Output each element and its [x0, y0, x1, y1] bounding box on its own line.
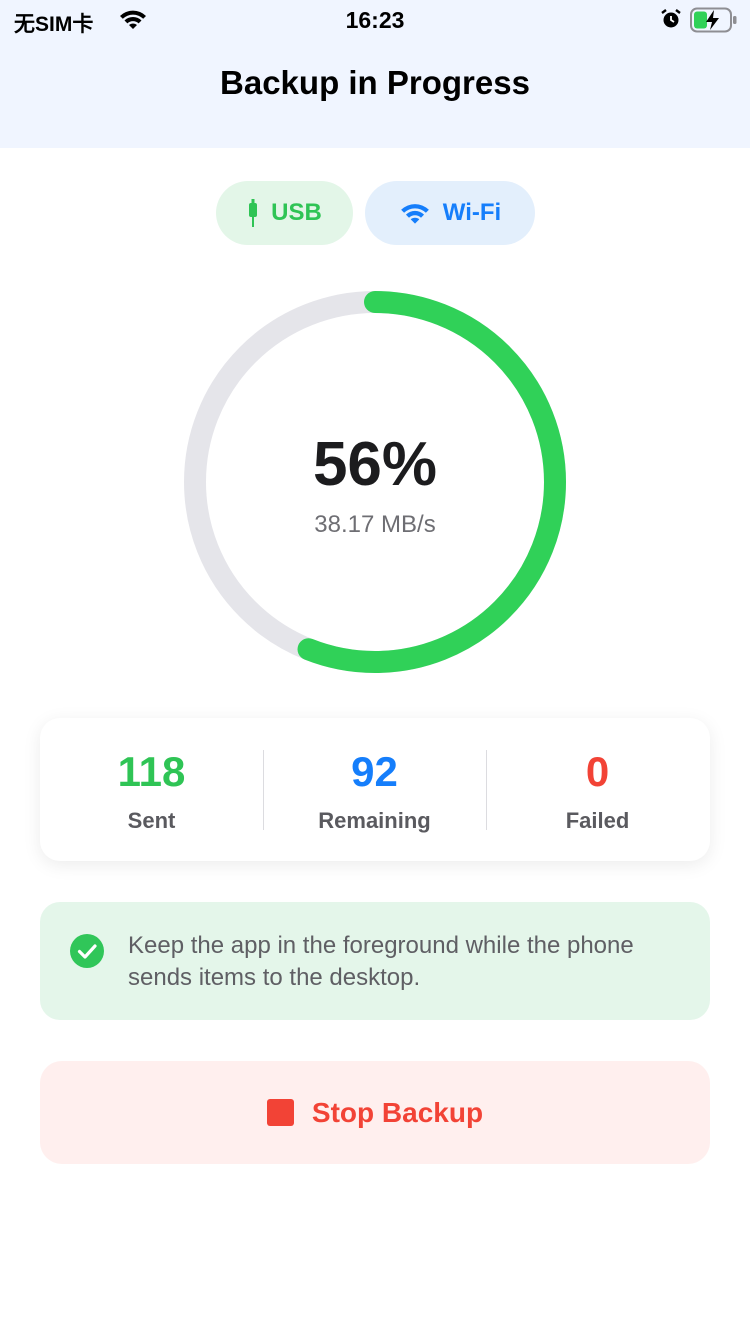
- stat-failed-label: Failed: [565, 808, 630, 833]
- stop-backup-button[interactable]: Stop Backup: [40, 1061, 710, 1164]
- header: 无SIM卡 16:23 Backup in Progress: [0, 0, 750, 148]
- foreground-notice: Keep the app in the foreground while the…: [40, 902, 710, 1020]
- wifi-chip-label: Wi-Fi: [442, 199, 502, 226]
- page-title: Backup in Progress: [220, 64, 530, 101]
- stat-failed-value: 0: [585, 748, 610, 795]
- check-circle-icon: [70, 934, 104, 968]
- stop-square-icon: [266, 1099, 294, 1126]
- stop-backup-label: Stop Backup: [311, 1096, 484, 1128]
- progress-ring: 56% 38.17 MB/s: [182, 289, 568, 675]
- alarm-clock-icon: [661, 9, 681, 28]
- transfer-speed: 38.17 MB/s: [314, 511, 436, 538]
- progress-percent: 56%: [312, 430, 438, 499]
- usb-connection-chip[interactable]: USB: [216, 181, 353, 245]
- clock-time: 16:23: [345, 7, 405, 33]
- wifi-icon: [400, 204, 429, 224]
- wifi-connection-chip[interactable]: Wi-Fi: [365, 181, 535, 245]
- stat-remaining-value: 92: [351, 748, 398, 795]
- stat-remaining-label: Remaining: [318, 808, 431, 833]
- status-bar: 无SIM卡 16:23: [0, 0, 750, 40]
- notice-text: Keep the app in the foreground while the…: [128, 932, 634, 991]
- stat-sent-value: 118: [117, 748, 186, 795]
- usb-plug-icon: [249, 199, 258, 227]
- stat-sent-label: Sent: [127, 808, 176, 833]
- battery-charging-icon: [690, 7, 737, 33]
- stats-card: 118 Sent 92 Remaining 0 Failed: [40, 718, 710, 861]
- connection-chips: USB Wi-Fi: [0, 181, 750, 245]
- usb-chip-label: USB: [271, 199, 322, 226]
- stat-remaining: 92 Remaining: [263, 718, 486, 861]
- stat-sent: 118 Sent: [40, 718, 263, 861]
- stat-failed: 0 Failed: [486, 718, 709, 861]
